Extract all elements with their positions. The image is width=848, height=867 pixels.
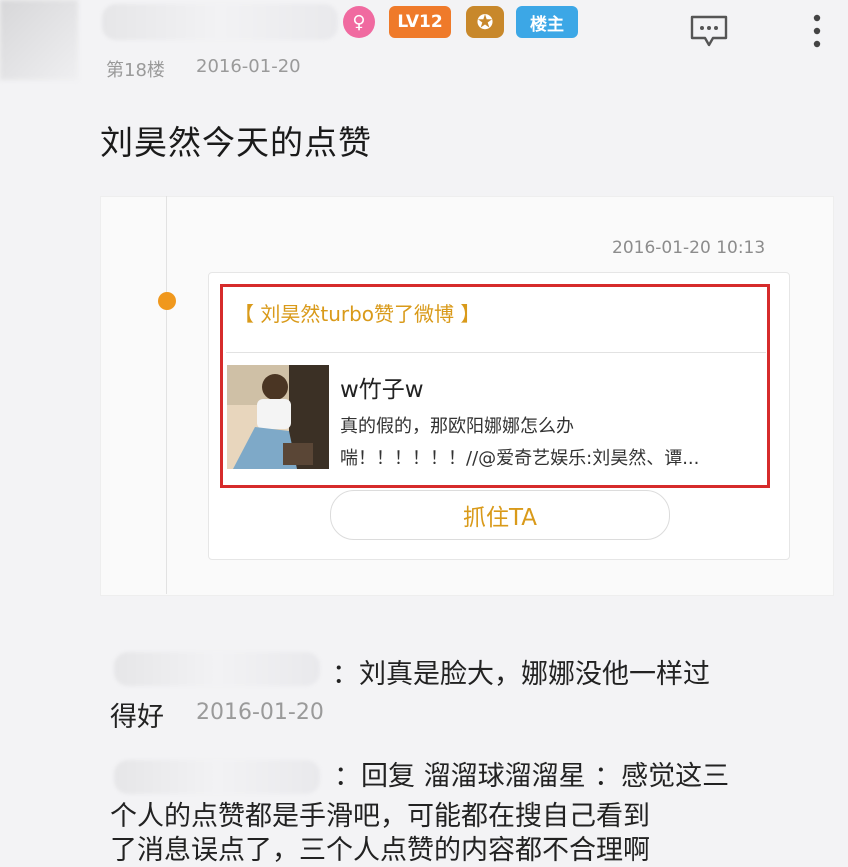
card-timestamp: 2016-01-20 10:13 xyxy=(612,238,766,258)
blurred-reply-username[interactable] xyxy=(114,652,320,686)
more-vertical-icon[interactable] xyxy=(806,12,828,50)
grab-ta-button[interactable]: 抓住TA xyxy=(330,490,670,540)
female-gender-icon: ♀ xyxy=(343,6,375,38)
timeline-line xyxy=(166,196,167,594)
reply-text-continued: 得好 xyxy=(110,702,164,733)
reply-text: ：回复 溜溜球溜溜星 ：感觉这三 xyxy=(334,761,730,792)
reply-date: 2016-01-20 xyxy=(196,700,324,725)
weibo-excerpt-line2: 喘！！！！！！//@爱奇艺娱乐:刘昊然、谭... xyxy=(340,448,700,469)
post-title: 刘昊然今天的点赞 xyxy=(100,123,372,162)
timeline-dot xyxy=(158,292,176,310)
liked-weibo-label[interactable]: 【 刘昊然turbo赞了微博 】 xyxy=(234,298,480,327)
comment-bubble-icon[interactable] xyxy=(689,14,729,48)
reply-text-continued: 了消息误点了，三个人点赞的内容都不合理啊 xyxy=(110,835,650,866)
post-date: 2016-01-20 xyxy=(196,56,301,77)
user-avatar[interactable] xyxy=(0,0,78,80)
level-badge: LV12 xyxy=(389,6,451,38)
reply-text: ：刘真是脸大，娜娜没他一样过 xyxy=(332,659,710,690)
louzhu-badge: 楼主 xyxy=(516,6,578,38)
card-divider xyxy=(226,352,766,353)
weibo-excerpt-line1: 真的假的，那欧阳娜娜怎么办 xyxy=(340,416,574,437)
weibo-thumbnail-image[interactable] xyxy=(227,365,329,469)
blurred-username[interactable] xyxy=(102,4,338,40)
floor-number: 第18楼 xyxy=(106,60,165,81)
medal-icon: ✪ xyxy=(466,6,504,38)
weibo-author[interactable]: w竹子w xyxy=(340,370,424,404)
blurred-reply-username[interactable] xyxy=(114,760,320,794)
